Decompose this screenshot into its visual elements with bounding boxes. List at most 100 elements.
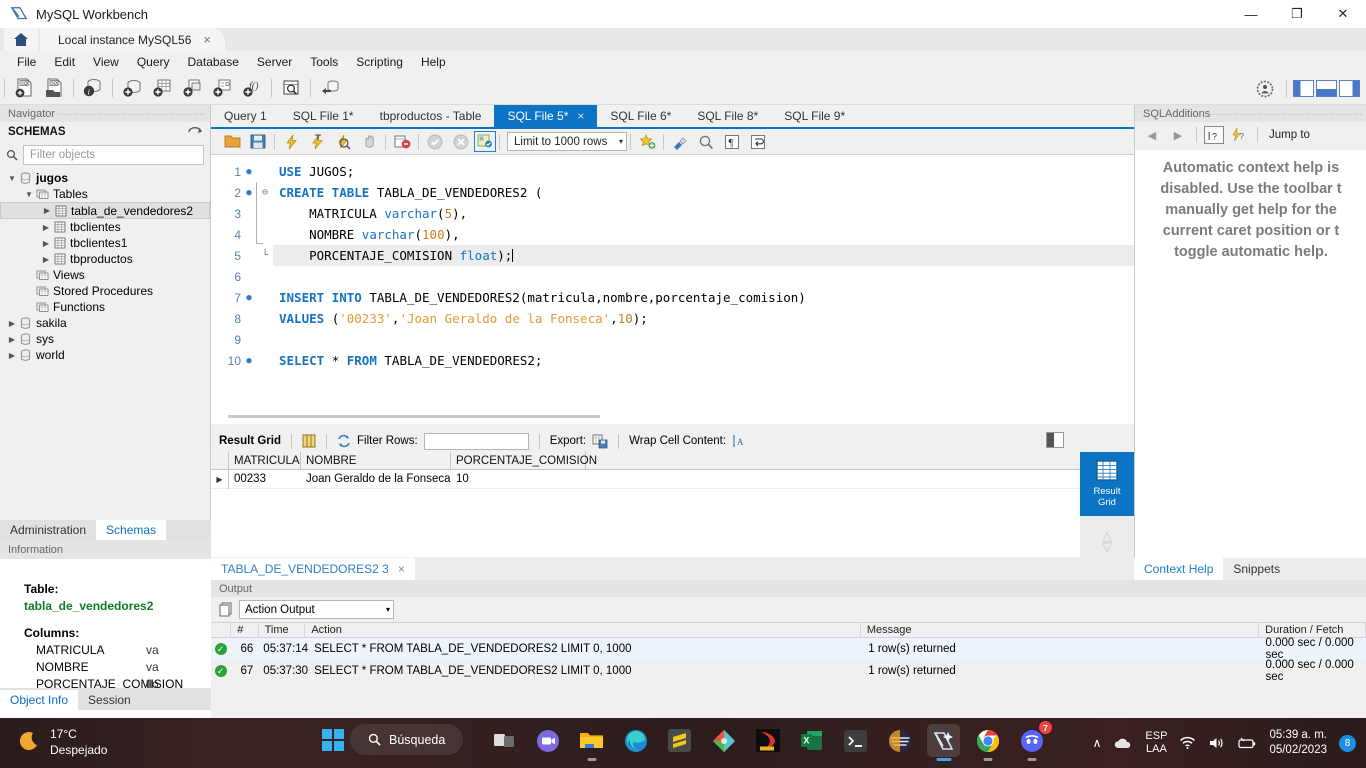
tree-item-world[interactable]: ▶ world	[0, 347, 210, 363]
close-icon[interactable]: ×	[203, 32, 211, 47]
chevron-down-icon[interactable]: ▼	[6, 174, 18, 183]
taskbar-file-explorer-icon[interactable]	[575, 724, 608, 761]
back-icon[interactable]: ◀	[1141, 125, 1163, 145]
breakpoint-marker-icon[interactable]: ●	[241, 293, 257, 303]
menu-scripting[interactable]: Scripting	[347, 53, 412, 71]
output-type-select[interactable]: Action Output ▾	[239, 600, 394, 619]
tab-object-info[interactable]: Object Info	[0, 690, 79, 710]
tree-item-views[interactable]: Views	[0, 267, 210, 283]
result-grid[interactable]: MATRICULA NOMBRE PORCENTAJE_COMISION ▶ 0023…	[211, 452, 1080, 557]
menu-help[interactable]: Help	[412, 53, 455, 71]
forward-icon[interactable]: ▶	[1167, 125, 1189, 145]
reconnect-server-icon[interactable]	[315, 74, 345, 102]
filter-rows-input[interactable]	[423, 432, 529, 450]
tab-session[interactable]: Session	[78, 690, 141, 710]
grid-view-icon[interactable]	[302, 434, 316, 448]
tree-item-tbclientes1[interactable]: ▶ tbclientes1	[0, 235, 210, 251]
explain-query-icon[interactable]	[330, 131, 356, 153]
tab-snippets[interactable]: Snippets	[1223, 558, 1290, 580]
breakpoint-marker-icon[interactable]: ●	[241, 167, 257, 177]
output-row[interactable]: ✓ 66 05:37:14 SELECT * FROM TABLA_DE_VENDED…	[211, 637, 1366, 661]
tree-item-tbproductos[interactable]: ▶ tbproductos	[0, 251, 210, 267]
editor-tab-tbproductos-table[interactable]: tbproductos - Table	[367, 105, 495, 127]
layout-right-icon[interactable]	[1339, 80, 1360, 97]
breakpoint-marker-icon[interactable]: ●	[241, 356, 257, 366]
chevron-down-icon[interactable]: ▽	[1102, 540, 1112, 553]
toggle-stop-on-error-icon[interactable]	[389, 131, 415, 153]
filter-objects-input[interactable]	[28, 148, 203, 162]
grid-row[interactable]: ▶ 00233 Joan Geraldo de la Fonseca 10	[211, 469, 1080, 489]
taskbar-excel-icon[interactable]: X	[795, 724, 828, 757]
weather-widget[interactable]: 17°C Despejado	[18, 726, 107, 758]
volume-icon[interactable]	[1208, 736, 1225, 750]
wifi-icon[interactable]	[1179, 736, 1196, 750]
fold-toggle-icon[interactable]: └	[257, 250, 273, 261]
maximize-button[interactable]: ❐	[1274, 0, 1320, 28]
notification-badge[interactable]: 8	[1339, 734, 1356, 752]
row-limit-select[interactable]: Limit to 1000 rows ▾	[507, 132, 627, 151]
layout-bottom-icon[interactable]	[1316, 80, 1337, 97]
close-icon[interactable]: ×	[398, 562, 405, 576]
export-icon[interactable]	[592, 434, 608, 449]
taskbar-discord-icon[interactable]: 7	[1015, 721, 1052, 761]
result-grid-tab[interactable]: Result Grid	[1080, 452, 1134, 516]
layout-left-icon[interactable]	[1293, 80, 1314, 97]
admin-icon[interactable]	[1250, 75, 1280, 103]
chevron-right-icon[interactable]: ▶	[6, 319, 18, 328]
sql-editor[interactable]: 1 ● USE JUGOS; 2 ● ⊖ CREATE TABLE TABLA_DE_VEN…	[211, 154, 1134, 424]
chevron-right-icon[interactable]: ▶	[40, 239, 52, 248]
close-icon[interactable]: ×	[577, 109, 584, 123]
menu-file[interactable]: File	[8, 53, 45, 71]
grid-column-header[interactable]: MATRICULA	[229, 452, 301, 469]
chevron-right-icon[interactable]: ▶	[6, 351, 18, 360]
editor-splitter[interactable]	[228, 415, 600, 418]
editor-tab-sql-file-5-[interactable]: SQL File 5* ×	[494, 105, 598, 127]
wrap-cell-icon[interactable]: A	[732, 434, 746, 448]
connection-info-icon[interactable]: i	[78, 74, 108, 102]
close-button[interactable]: ✕	[1320, 0, 1366, 28]
search-data-icon[interactable]	[276, 74, 306, 102]
tree-item-jugos[interactable]: ▼ jugos	[0, 170, 210, 186]
tree-item-tables[interactable]: ▼ Tables	[0, 186, 210, 202]
grid-cell[interactable]: Joan Geraldo de la Fonseca	[301, 470, 451, 489]
onedrive-icon[interactable]	[1113, 737, 1133, 750]
tree-item-tabla-de-vendedores2[interactable]: ▶ tabla_de_vendedores2	[0, 202, 210, 219]
menu-view[interactable]: View	[84, 53, 128, 71]
refresh-icon[interactable]	[188, 127, 202, 137]
execute-current-statement-icon[interactable]	[304, 131, 330, 153]
tree-item-sakila[interactable]: ▶ sakila	[0, 315, 210, 331]
taskbar-clock[interactable]: 05:39 a. m. 05/02/2023	[1269, 728, 1327, 758]
taskbar-visual-studio-icon[interactable]	[707, 724, 740, 757]
editor-tab-sql-file-8-[interactable]: SQL File 8*	[684, 105, 771, 127]
rollback-icon[interactable]	[448, 131, 474, 153]
menu-database[interactable]: Database	[179, 53, 248, 71]
editor-tab-sql-file-6-[interactable]: SQL File 6*	[597, 105, 684, 127]
snippet-icon[interactable]	[634, 131, 660, 153]
open-file-icon[interactable]	[219, 131, 245, 153]
menu-query[interactable]: Query	[128, 53, 179, 71]
chevron-right-icon[interactable]: ▶	[40, 223, 52, 232]
execute-icon[interactable]	[278, 131, 304, 153]
tray-expand-icon[interactable]: ∧	[1093, 736, 1102, 750]
tree-item-functions[interactable]: Functions	[0, 299, 210, 315]
editor-tab-sql-file-1-[interactable]: SQL File 1*	[280, 105, 367, 127]
new-function-icon[interactable]: f()	[237, 74, 267, 102]
language-indicator[interactable]: ESP LAA	[1145, 730, 1167, 756]
fold-toggle-icon[interactable]: ⊖	[257, 187, 273, 198]
new-sql-tab-icon[interactable]: SQL	[9, 74, 39, 102]
result-set-tab[interactable]: TABLA_DE_VENDEDORES2 3 ×	[211, 558, 415, 580]
menu-tools[interactable]: Tools	[301, 53, 347, 71]
new-schema-icon[interactable]	[117, 74, 147, 102]
taskbar-task-view-icon[interactable]	[487, 724, 520, 757]
grid-cell[interactable]: 00233	[229, 470, 301, 489]
editor-tab-sql-file-9-[interactable]: SQL File 9*	[771, 105, 858, 127]
editor-tab-query-1[interactable]: Query 1	[211, 105, 280, 127]
chevron-down-icon[interactable]: ▼	[23, 190, 35, 199]
find-icon[interactable]	[693, 131, 719, 153]
taskbar-search-button[interactable]: Búsqueda	[350, 724, 464, 755]
tree-item-stored-procedures[interactable]: Stored Procedures	[0, 283, 210, 299]
save-file-icon[interactable]	[245, 131, 271, 153]
tree-item-tbclientes[interactable]: ▶ tbclientes	[0, 219, 210, 235]
minimize-button[interactable]: —	[1228, 0, 1274, 28]
new-table-icon[interactable]	[147, 74, 177, 102]
